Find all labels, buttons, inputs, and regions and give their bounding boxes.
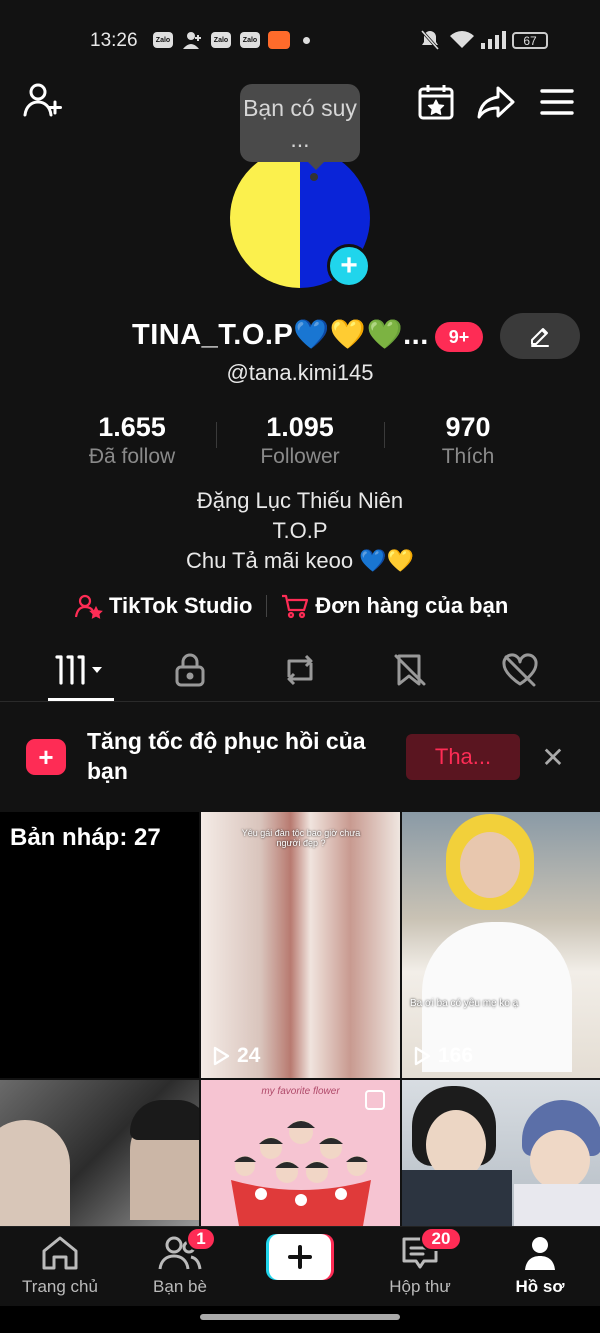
grid-icon <box>55 655 102 685</box>
tiktok-studio-link[interactable]: TikTok Studio <box>109 593 252 619</box>
play-count-value: 166 <box>438 1044 474 1067</box>
nav-friends-label: Bạn bè <box>153 1277 207 1296</box>
stat-likes-value: 970 <box>445 412 491 442</box>
menu-icon[interactable] <box>535 80 579 124</box>
figure-shape <box>0 1120 70 1226</box>
repost-icon <box>287 654 313 686</box>
plus-icon <box>269 1234 331 1280</box>
shirt-shape <box>514 1184 600 1226</box>
play-count-value: 24 <box>237 1044 261 1067</box>
zalo-icon: Zalo <box>153 32 173 48</box>
jacket-shape <box>402 1170 512 1226</box>
stat-following-label: Đã follow <box>88 445 176 468</box>
tooltip-tail <box>306 160 326 170</box>
profile-handle: @tana.kimi145 <box>226 360 374 385</box>
stat-followers[interactable]: 1.095 Follower <box>215 412 385 469</box>
notification-badge[interactable]: 9+ <box>435 322 483 352</box>
calendar-star-icon[interactable] <box>414 80 458 124</box>
studio-icon <box>75 594 103 619</box>
flower-bouquet-illustration <box>231 1120 371 1226</box>
pencil-icon <box>531 328 549 347</box>
tab-reposts[interactable] <box>240 640 360 700</box>
promo-action-button[interactable]: Tha... <box>406 734 520 780</box>
tab-saved[interactable] <box>350 640 470 700</box>
status-time: 13:26 <box>90 30 138 51</box>
active-tab-indicator <box>48 698 114 701</box>
wifi-icon <box>449 30 475 55</box>
video-thumbnail[interactable] <box>0 1080 199 1226</box>
more-notifications-dot <box>303 37 310 44</box>
signal-icon <box>480 30 506 55</box>
inbox-badge: 20 <box>420 1227 462 1251</box>
drafts-label: Bản nháp: 27 <box>10 824 161 851</box>
tab-videos[interactable] <box>20 640 140 700</box>
friends-badge: 1 <box>186 1227 216 1251</box>
add-story-button[interactable]: + <box>327 244 371 288</box>
content-tabs <box>0 640 600 702</box>
multi-photo-icon <box>365 1090 385 1110</box>
bio-line: Chu Tả mãi keoo 💙💛 <box>185 548 415 573</box>
stat-likes[interactable]: 970 Thích <box>383 412 553 469</box>
play-icon <box>414 1046 431 1066</box>
edit-profile-button[interactable] <box>500 313 580 359</box>
video-thumbnail[interactable]: Yêu gái đàn tộc bao giờ chưa người đẹp ?… <box>201 812 400 1078</box>
home-icon <box>42 1236 78 1270</box>
share-icon[interactable] <box>474 80 518 124</box>
profile-links: TikTok Studio Đơn hàng của bạn <box>75 590 508 622</box>
liked-icon <box>502 653 538 687</box>
tooltip-pointer-dot <box>310 173 318 181</box>
video-thumbnail[interactable] <box>402 1080 600 1226</box>
contact-add-icon <box>182 31 204 49</box>
stat-followers-label: Follower <box>260 445 340 468</box>
stat-likes-label: Thích <box>441 445 495 468</box>
nav-home-label: Trang chủ <box>22 1277 98 1296</box>
bio-line: T.O.P <box>272 518 328 543</box>
promo-text: Tăng tốc độ phục hồi của bạn <box>87 728 366 784</box>
nav-profile-label: Hồ sơ <box>515 1277 565 1296</box>
nav-inbox-label: Hộp thư <box>389 1277 451 1296</box>
play-count: 24 <box>211 1044 260 1068</box>
lock-icon <box>175 653 205 687</box>
video-thumbnail[interactable]: my favorite flower <box>201 1080 400 1226</box>
face-shape <box>460 832 520 898</box>
status-tooltip[interactable]: Bạn có suy ... <box>240 84 360 162</box>
profile-icon <box>525 1237 555 1270</box>
stat-following[interactable]: 1.655 Đã follow <box>47 412 217 469</box>
video-caption: Ba ơi ba có yêu mẹ ko ạ <box>410 998 519 1009</box>
game-icon <box>268 31 290 49</box>
cart-icon <box>282 594 309 619</box>
nav-profile[interactable]: Hồ sơ <box>480 1227 600 1307</box>
zalo-icon: Zalo <box>211 32 231 48</box>
play-icon <box>213 1046 230 1066</box>
nav-friends[interactable]: Bạn bè <box>120 1227 240 1307</box>
hair-shape <box>130 1100 199 1140</box>
tab-private[interactable] <box>130 640 250 700</box>
link-separator <box>266 595 268 617</box>
orders-link[interactable]: Đơn hàng của bạn <box>315 593 508 619</box>
zalo-icon: Zalo <box>240 32 260 48</box>
stat-followers-value: 1.095 <box>266 412 334 442</box>
face-shape <box>530 1130 590 1190</box>
video-thumbnail[interactable]: Ba ơi ba có yêu mẹ ko ạ 166 <box>402 812 600 1078</box>
nav-home[interactable]: Trang chủ <box>0 1227 120 1307</box>
stat-following-value: 1.655 <box>98 412 166 442</box>
profile-username: TINA_T.O.P💙💛💚... <box>132 319 429 351</box>
add-friend-icon[interactable] <box>20 78 64 122</box>
recovery-icon: + <box>26 739 66 775</box>
tab-liked[interactable] <box>460 640 580 700</box>
bookmark-icon <box>394 654 426 686</box>
play-count: 166 <box>412 1044 473 1068</box>
mute-icon <box>420 29 440 56</box>
create-button[interactable] <box>266 1234 334 1280</box>
status-bar: 13:26 Zalo Zalo Zalo 67 <box>0 0 600 78</box>
bio-line: Đặng Lục Thiếu Niên <box>196 488 404 513</box>
home-indicator[interactable] <box>200 1314 400 1320</box>
video-caption: Yêu gái đàn tộc bao giờ chưa người đẹp ? <box>241 828 361 848</box>
close-icon[interactable]: ✕ <box>538 740 568 774</box>
battery-indicator: 67 <box>512 32 548 49</box>
